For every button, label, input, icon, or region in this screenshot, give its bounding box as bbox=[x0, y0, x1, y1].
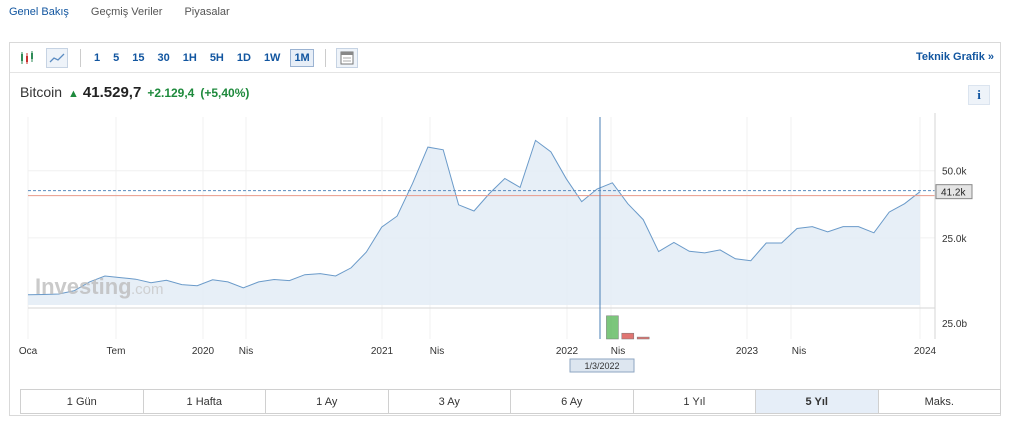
tab-6-ay[interactable]: 6 Ay bbox=[511, 390, 634, 413]
tab-maks[interactable]: Maks. bbox=[879, 390, 1001, 413]
tab-1-ay[interactable]: 1 Ay bbox=[266, 390, 389, 413]
watermark-brand: Investing bbox=[35, 274, 132, 299]
x-tick-label: Tem bbox=[107, 346, 126, 357]
x-tick-label: 2023 bbox=[736, 346, 759, 357]
chart-widget: 1 5 15 30 1H 5H 1D 1W 1M Teknik Grafik »… bbox=[9, 42, 1001, 416]
top-navigation: Genel Bakış Geçmiş Veriler Piyasalar bbox=[9, 6, 230, 18]
x-tick-label: 2022 bbox=[556, 346, 579, 357]
tab-3-ay[interactable]: 3 Ay bbox=[389, 390, 511, 413]
volume-bar bbox=[621, 332, 635, 340]
tab-5-yil[interactable]: 5 Yıl bbox=[756, 390, 879, 413]
volume-bar bbox=[606, 315, 619, 340]
y-tick-label: 50.0k bbox=[942, 167, 967, 178]
nav-markets[interactable]: Piyasalar bbox=[184, 6, 229, 18]
watermark-suffix: .com bbox=[131, 281, 164, 298]
last-value-label: 41.2k bbox=[941, 188, 966, 199]
crosshair-date-label: 1/3/2022 bbox=[584, 361, 619, 371]
period-tabs: 1 Gün 1 Hafta 1 Ay 3 Ay 6 Ay 1 Yıl 5 Yıl… bbox=[20, 389, 1001, 414]
x-tick-label: Nis bbox=[792, 346, 806, 357]
x-tick-label: Nis bbox=[239, 346, 253, 357]
tab-1-gun[interactable]: 1 Gün bbox=[21, 390, 144, 413]
x-tick-label: Oca bbox=[19, 346, 38, 357]
volume-bar bbox=[636, 336, 650, 340]
nav-history[interactable]: Geçmiş Veriler bbox=[91, 6, 163, 18]
nav-overview[interactable]: Genel Bakış bbox=[9, 6, 69, 18]
x-tick-label: Nis bbox=[611, 346, 625, 357]
tab-1-hafta[interactable]: 1 Hafta bbox=[144, 390, 266, 413]
x-tick-label: 2024 bbox=[914, 346, 937, 357]
x-tick-label: 2021 bbox=[371, 346, 394, 357]
volume-tick-label: 25.0b bbox=[942, 319, 967, 330]
price-chart[interactable]: 1/3/2022 50.0k 25.0k 41.2k 25.0b Oca Tem 2020 Ni… bbox=[10, 43, 1000, 383]
x-tick-label: 2020 bbox=[192, 346, 215, 357]
x-tick-label: Nis bbox=[430, 346, 444, 357]
tab-1-yil[interactable]: 1 Yıl bbox=[634, 390, 756, 413]
y-tick-label: 25.0k bbox=[942, 234, 967, 245]
